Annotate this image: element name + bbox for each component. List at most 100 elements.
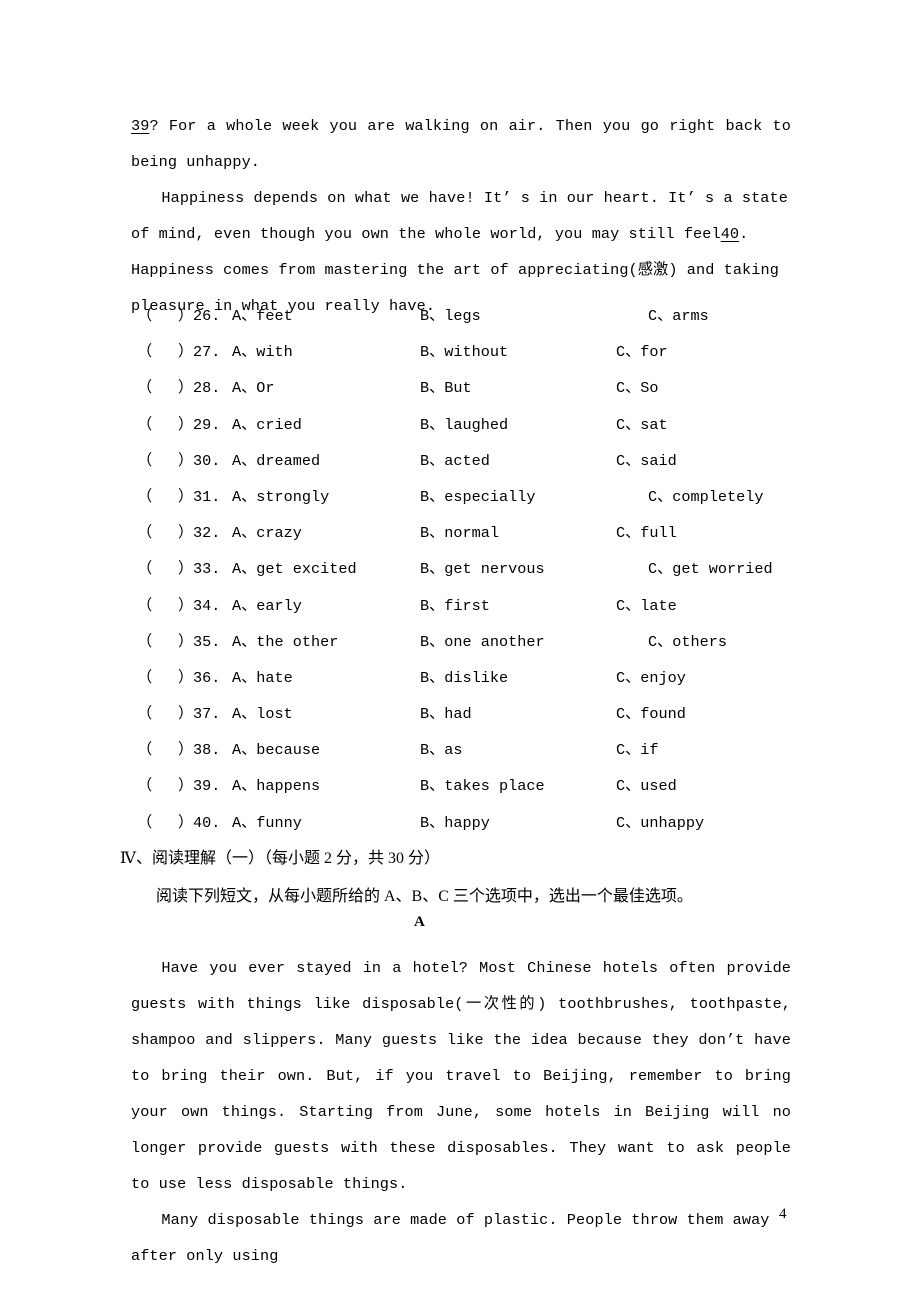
cloze-paragraph-1: 39? For a whole week you are walking on …	[131, 108, 791, 180]
option-b[interactable]: B、had	[420, 696, 472, 732]
option-b[interactable]: B、normal	[420, 515, 499, 551]
option-c[interactable]: C、found	[616, 696, 686, 732]
answer-paren-close: ）	[178, 524, 194, 543]
table-row[interactable]: （ ） 27. A、with B、without C、for	[0, 334, 920, 370]
option-b[interactable]: B、laughed	[420, 407, 508, 443]
table-row[interactable]: （ ） 32. A、crazy B、normal C、full	[0, 515, 920, 551]
table-row[interactable]: （ ） 34. A、early B、first C、late	[0, 588, 920, 624]
answer-paren-open: （	[137, 668, 153, 687]
reading-paragraph-2: Many disposable things are made of plast…	[131, 1211, 770, 1265]
answer-paren-open: （	[137, 705, 153, 724]
answer-paren-close: ）	[178, 307, 194, 325]
option-c[interactable]: C、completely	[648, 479, 763, 515]
option-b[interactable]: B、dislike	[420, 660, 508, 696]
answer-paren-close: ）	[178, 343, 194, 362]
option-b[interactable]: B、legs	[420, 298, 481, 334]
option-a[interactable]: A、cried	[232, 407, 302, 443]
answer-paren-open: （	[137, 451, 153, 470]
reading-passage-a: Have you ever stayed in a hotel? Most Ch…	[131, 950, 791, 1274]
option-c[interactable]: C、sat	[616, 407, 668, 443]
passage-label-a: A	[414, 914, 425, 930]
answer-paren-close: ）	[178, 741, 194, 760]
option-b[interactable]: B、without	[420, 334, 508, 370]
option-b[interactable]: B、happy	[420, 805, 490, 841]
answer-paren-open: （	[137, 741, 153, 760]
answer-paren-close: ）	[178, 668, 194, 687]
option-a[interactable]: A、feet	[232, 298, 293, 334]
question-number: 34.	[193, 596, 221, 615]
option-a[interactable]: A、Or	[232, 370, 275, 406]
option-c[interactable]: C、enjoy	[616, 660, 686, 696]
answer-paren-close: ）	[178, 632, 194, 651]
option-a[interactable]: A、with	[232, 334, 293, 370]
question-number: 31.	[193, 487, 221, 506]
answer-paren-open: （	[137, 307, 153, 325]
answer-paren-close: ）	[178, 705, 194, 724]
table-row[interactable]: （ ） 38. A、because B、as C、if	[0, 732, 920, 768]
option-c[interactable]: C、late	[616, 588, 677, 624]
option-a[interactable]: A、lost	[232, 696, 293, 732]
option-c[interactable]: C、said	[616, 443, 677, 479]
page-number: 4	[779, 1206, 787, 1222]
answer-paren-close: ）	[178, 560, 194, 579]
option-a[interactable]: A、dreamed	[232, 443, 320, 479]
question-number: 32.	[193, 524, 221, 543]
question-number: 38.	[193, 741, 221, 760]
options-list: （ ） 26. A、feet B、legs C、arms （ ） 27. A、w…	[0, 298, 920, 841]
option-b[interactable]: B、first	[420, 588, 490, 624]
option-a[interactable]: A、funny	[232, 805, 302, 841]
table-row[interactable]: （ ） 40. A、funny B、happy C、unhappy	[0, 805, 920, 841]
answer-paren-open: （	[137, 596, 153, 615]
option-a[interactable]: A、crazy	[232, 515, 302, 551]
answer-paren-open: （	[137, 560, 153, 579]
question-number: 30.	[193, 451, 221, 470]
option-b[interactable]: B、as	[420, 732, 463, 768]
option-b[interactable]: B、one another	[420, 624, 545, 660]
answer-paren-open: （	[137, 632, 153, 651]
option-a[interactable]: A、early	[232, 588, 302, 624]
question-number: 33.	[193, 560, 221, 579]
option-c[interactable]: C、full	[616, 515, 677, 551]
answer-paren-close: ）	[178, 487, 194, 506]
option-b[interactable]: B、get nervous	[420, 551, 545, 587]
option-b[interactable]: B、But	[420, 370, 472, 406]
option-b[interactable]: B、acted	[420, 443, 490, 479]
table-row[interactable]: （ ） 37. A、lost B、had C、found	[0, 696, 920, 732]
cloze-paragraph-2-text-before: Happiness depends on what we have! It’ s…	[131, 189, 788, 243]
answer-paren-open: （	[137, 524, 153, 543]
table-row[interactable]: （ ） 31. A、strongly B、especially C、comple…	[0, 479, 920, 515]
option-a[interactable]: A、because	[232, 732, 320, 768]
answer-paren-close: ）	[178, 451, 194, 470]
table-row[interactable]: （ ） 35. A、the other B、one another C、othe…	[0, 624, 920, 660]
table-row[interactable]: （ ） 26. A、feet B、legs C、arms	[0, 298, 920, 334]
question-number: 40.	[193, 813, 221, 832]
cloze-passage: 39? For a whole week you are walking on …	[131, 108, 791, 324]
table-row[interactable]: （ ） 39. A、happens B、takes place C、used	[0, 768, 920, 804]
reading-paragraph-1: Have you ever stayed in a hotel? Most Ch…	[131, 959, 791, 1193]
option-c[interactable]: C、So	[616, 370, 659, 406]
option-c[interactable]: C、arms	[648, 298, 709, 334]
table-row[interactable]: （ ） 28. A、Or B、But C、So	[0, 370, 920, 406]
answer-paren-open: （	[137, 487, 153, 506]
option-c[interactable]: C、unhappy	[616, 805, 704, 841]
table-row[interactable]: （ ） 30. A、dreamed B、acted C、said	[0, 443, 920, 479]
question-number: 37.	[193, 705, 221, 724]
cloze-paragraph-1-text: ? For a whole week you are walking on ai…	[131, 117, 791, 171]
option-b[interactable]: B、especially	[420, 479, 535, 515]
option-b[interactable]: B、takes place	[420, 768, 545, 804]
option-c[interactable]: C、get worried	[648, 551, 773, 587]
option-a[interactable]: A、strongly	[232, 479, 329, 515]
option-c[interactable]: C、for	[616, 334, 668, 370]
table-row[interactable]: （ ） 36. A、hate B、dislike C、enjoy	[0, 660, 920, 696]
question-number: 36.	[193, 668, 221, 687]
cloze-blank-39: 39	[131, 117, 150, 135]
option-c[interactable]: C、used	[616, 768, 677, 804]
option-c[interactable]: C、others	[648, 624, 727, 660]
option-a[interactable]: A、happens	[232, 768, 320, 804]
option-c[interactable]: C、if	[616, 732, 659, 768]
option-a[interactable]: A、the other	[232, 624, 338, 660]
table-row[interactable]: （ ） 33. A、get excited B、get nervous C、ge…	[0, 551, 920, 587]
option-a[interactable]: A、hate	[232, 660, 293, 696]
option-a[interactable]: A、get excited	[232, 551, 357, 587]
table-row[interactable]: （ ） 29. A、cried B、laughed C、sat	[0, 407, 920, 443]
